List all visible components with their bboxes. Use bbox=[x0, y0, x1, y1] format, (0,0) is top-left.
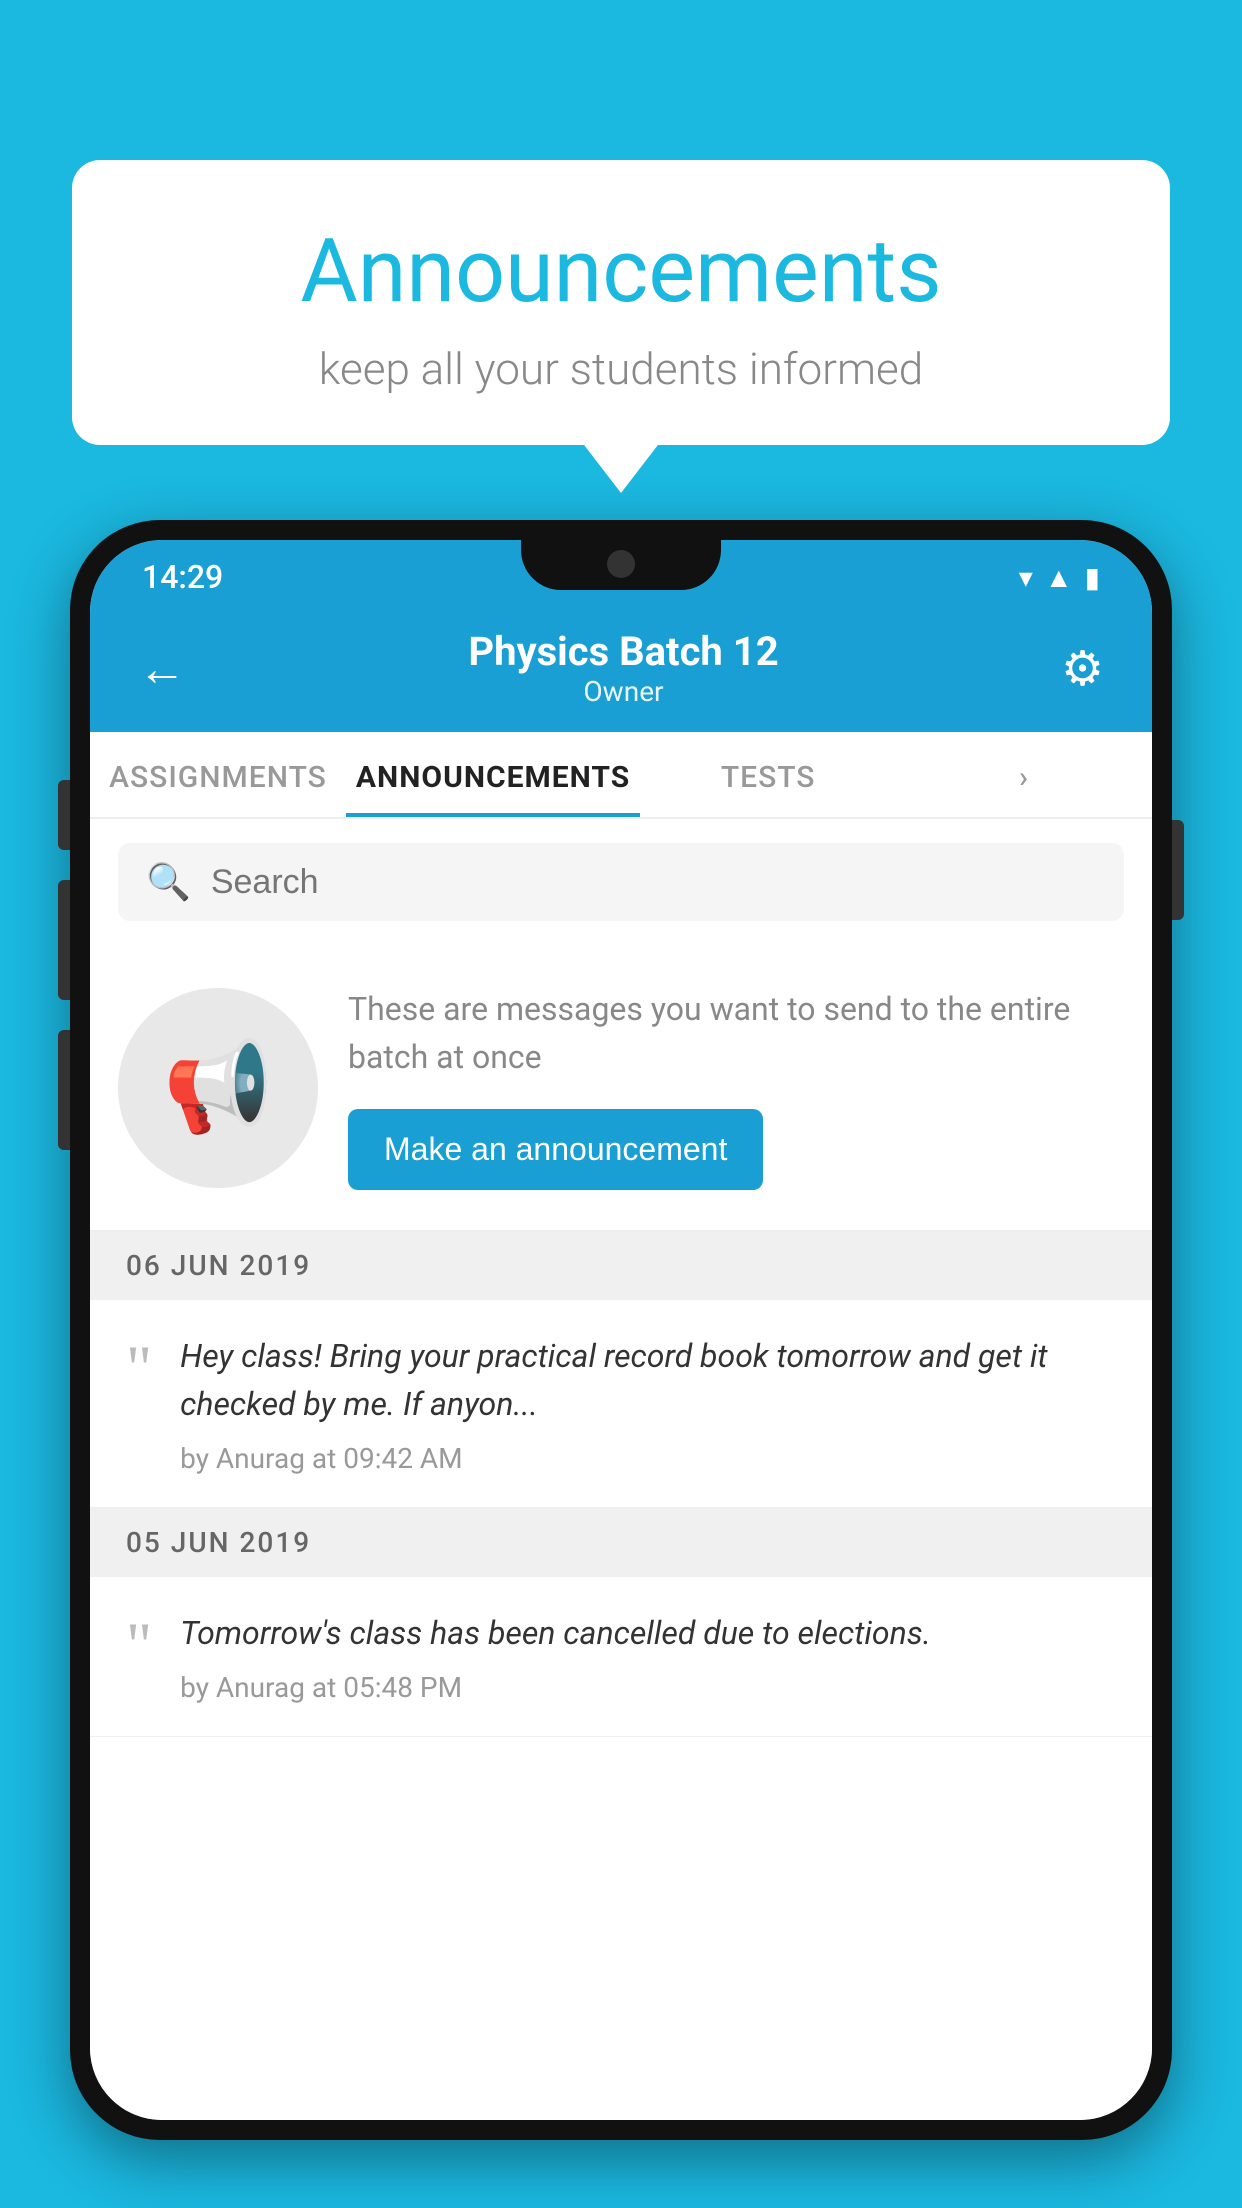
status-icons: ▾ ▲ ▮ bbox=[1019, 561, 1100, 594]
announcement-item-1[interactable]: " Hey class! Bring your practical record… bbox=[90, 1300, 1152, 1508]
empty-state-message: These are messages you want to send to t… bbox=[348, 985, 1124, 1081]
volume-down-button bbox=[58, 1030, 70, 1150]
battery-icon: ▮ bbox=[1085, 561, 1100, 594]
make-announcement-button[interactable]: Make an announcement bbox=[348, 1109, 763, 1190]
volume-up-button bbox=[58, 880, 70, 1000]
date-separator-2: 05 JUN 2019 bbox=[90, 1508, 1152, 1577]
announcement-meta-1: by Anurag at 09:42 AM bbox=[180, 1442, 1116, 1475]
header-title: Physics Batch 12 bbox=[468, 628, 778, 675]
header-subtitle: Owner bbox=[468, 675, 778, 708]
bubble-title: Announcements bbox=[122, 220, 1120, 323]
phone-screen: 14:29 ▾ ▲ ▮ ← Physics Batch 12 Owner ⚙ A… bbox=[90, 540, 1152, 2120]
speech-bubble-container: Announcements keep all your students inf… bbox=[72, 160, 1170, 445]
tabs-container: ASSIGNMENTS ANNOUNCEMENTS TESTS › bbox=[90, 732, 1152, 819]
quote-icon-2: " bbox=[126, 1613, 152, 1677]
content-area: 🔍 📢 These are messages you want to send … bbox=[90, 819, 1152, 2120]
announcement-text-1: Hey class! Bring your practical record b… bbox=[180, 1332, 1116, 1428]
phone-notch bbox=[521, 540, 721, 590]
settings-icon[interactable]: ⚙ bbox=[1061, 640, 1104, 697]
announcement-item-2[interactable]: " Tomorrow's class has been cancelled du… bbox=[90, 1577, 1152, 1737]
announcement-content-1: Hey class! Bring your practical record b… bbox=[180, 1332, 1116, 1475]
empty-state-text: These are messages you want to send to t… bbox=[348, 985, 1124, 1190]
phone-frame: 14:29 ▾ ▲ ▮ ← Physics Batch 12 Owner ⚙ A… bbox=[70, 520, 1172, 2140]
announcement-meta-2: by Anurag at 05:48 PM bbox=[180, 1671, 1116, 1704]
search-bar[interactable]: 🔍 bbox=[118, 843, 1124, 921]
search-input[interactable] bbox=[211, 863, 1096, 902]
back-button[interactable]: ← bbox=[138, 640, 186, 697]
bubble-subtitle: keep all your students informed bbox=[122, 343, 1120, 395]
quote-icon-1: " bbox=[126, 1336, 152, 1400]
announcement-content-2: Tomorrow's class has been cancelled due … bbox=[180, 1609, 1116, 1704]
announcement-text-2: Tomorrow's class has been cancelled due … bbox=[180, 1609, 1116, 1657]
volume-silent-button bbox=[58, 780, 70, 850]
phone-container: 14:29 ▾ ▲ ▮ ← Physics Batch 12 Owner ⚙ A… bbox=[70, 520, 1172, 2208]
empty-state: 📢 These are messages you want to send to… bbox=[90, 945, 1152, 1231]
status-time: 14:29 bbox=[142, 558, 223, 596]
tab-tests[interactable]: TESTS bbox=[640, 732, 896, 817]
search-icon: 🔍 bbox=[146, 861, 191, 903]
speech-bubble: Announcements keep all your students inf… bbox=[72, 160, 1170, 445]
power-button bbox=[1172, 820, 1184, 920]
tab-announcements[interactable]: ANNOUNCEMENTS bbox=[346, 732, 640, 817]
app-header: ← Physics Batch 12 Owner ⚙ bbox=[90, 608, 1152, 732]
header-title-group: Physics Batch 12 Owner bbox=[468, 628, 778, 708]
tab-assignments[interactable]: ASSIGNMENTS bbox=[90, 732, 346, 817]
tab-more[interactable]: › bbox=[896, 732, 1152, 817]
signal-icon: ▲ bbox=[1045, 561, 1073, 594]
megaphone-icon: 📢 bbox=[163, 1036, 273, 1139]
phone-camera bbox=[607, 550, 635, 578]
date-separator-1: 06 JUN 2019 bbox=[90, 1231, 1152, 1300]
announcement-icon-circle: 📢 bbox=[118, 988, 318, 1188]
wifi-icon: ▾ bbox=[1019, 561, 1033, 594]
